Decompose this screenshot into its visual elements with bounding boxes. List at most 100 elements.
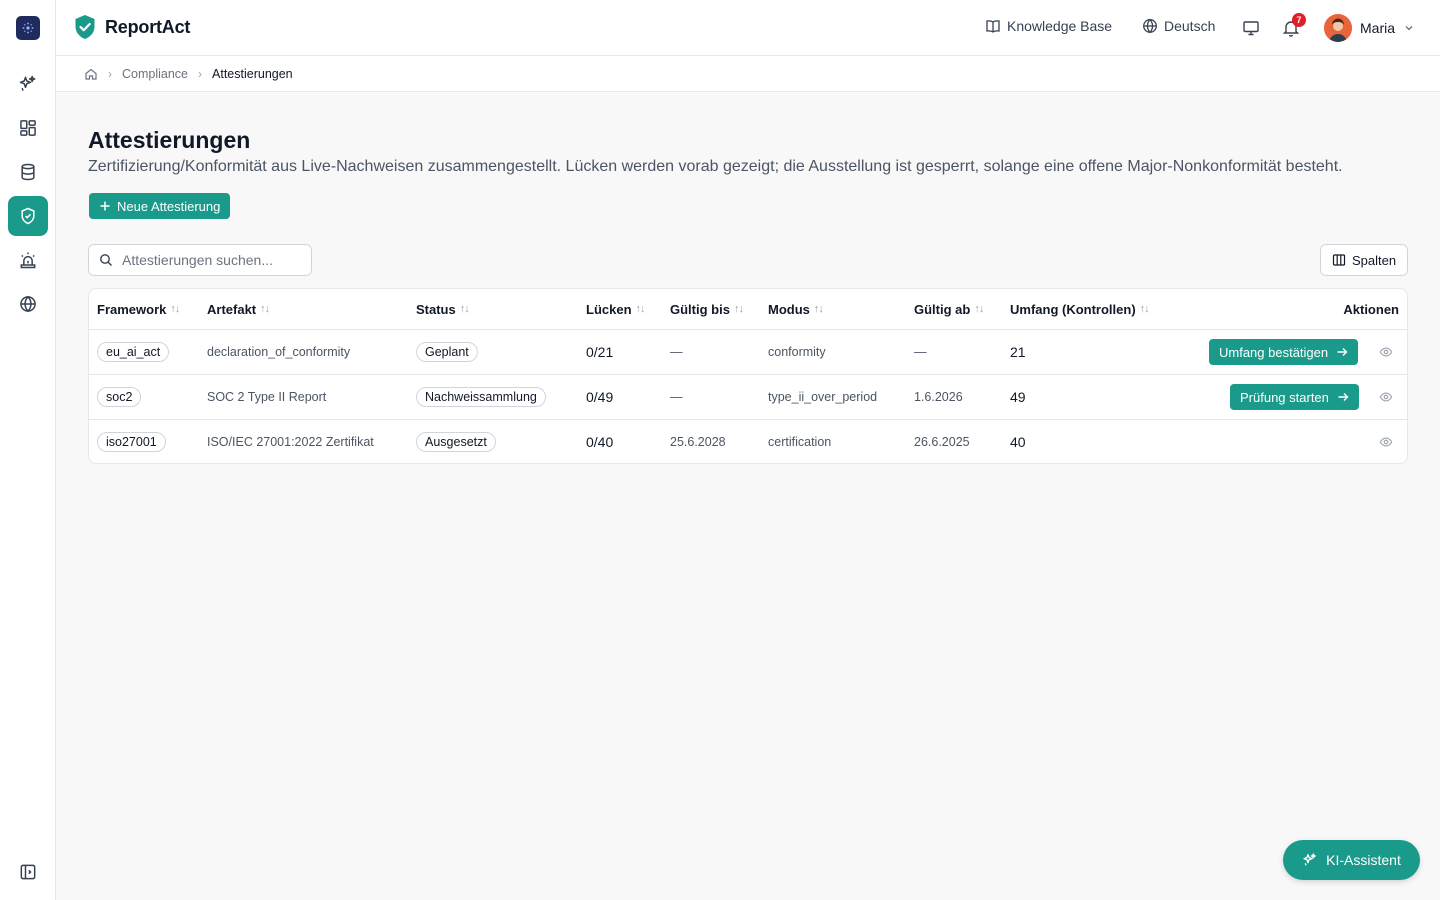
globe-icon	[1143, 18, 1157, 34]
database-icon	[21, 163, 35, 181]
arrow-right-icon	[1338, 393, 1349, 401]
table-header-row: Framework ↑↓ Artefakt ↑↓ Status ↑↓ Lücken ↑↓…	[89, 289, 1407, 330]
artefakt-cell: ISO/IEC 27001:2022 Zertifikat	[207, 434, 374, 449]
framework-chip: soc2	[97, 387, 142, 407]
framework-chip: iso27001	[97, 431, 166, 452]
modus-cell: certification	[768, 434, 832, 449]
globe-icon	[20, 295, 36, 313]
ai-assistant-button[interactable]: KI-Assistent	[1283, 840, 1420, 880]
attestations-table: Framework ↑↓ Artefakt ↑↓ Status ↑↓ Lücken ↑↓…	[88, 288, 1408, 464]
user-menu[interactable]: Maria	[1324, 14, 1415, 42]
columns-label: Spalten	[1351, 252, 1397, 268]
gueltig-bis-cell: —	[670, 345, 683, 359]
umfang-cell: 40	[1010, 433, 1026, 450]
gueltig-ab-cell: 1.6.2026	[914, 390, 963, 404]
search-input[interactable]	[122, 252, 302, 268]
table-row[interactable]: iso27001 ISO/IEC 27001:2022 Zertifikat A…	[89, 420, 1407, 463]
col-header-luecken[interactable]: Lücken ↑↓	[586, 289, 646, 329]
reportact-shield-logo-icon	[75, 15, 95, 39]
sort-icon: ↑↓	[813, 303, 824, 315]
chevron-down-icon	[1405, 26, 1413, 31]
col-header-modus[interactable]: Modus ↑↓	[768, 289, 824, 329]
umfang-cell: 49	[1010, 389, 1026, 405]
chevron-right-icon: ›	[198, 66, 203, 81]
search-icon	[100, 254, 112, 266]
sort-icon: ↑↓	[1139, 303, 1150, 315]
sort-icon: ↑↓	[733, 303, 744, 315]
top-bar: ReportAct Knowledge Base Deutsch 7 Maria	[56, 0, 1440, 56]
brand[interactable]: ReportAct	[74, 14, 190, 40]
shield-check-icon	[21, 207, 35, 225]
ai-assistant-label: KI-Assistent	[1326, 852, 1401, 868]
breadcrumb-compliance[interactable]: Compliance	[122, 67, 188, 81]
home-icon[interactable]	[84, 67, 98, 81]
user-name: Maria	[1360, 20, 1396, 36]
breadcrumb: › Compliance › Attestierungen	[56, 56, 1440, 92]
col-header-framework[interactable]: Framework ↑↓	[97, 289, 180, 329]
book-icon	[986, 20, 1000, 33]
eye-icon[interactable]	[1379, 345, 1393, 359]
framework-chip: eu_ai_act	[97, 342, 170, 362]
rail-sparkles-button[interactable]	[8, 64, 48, 104]
col-header-gueltig-bis[interactable]: Gültig bis ↑↓	[670, 289, 744, 329]
columns-button[interactable]: Spalten	[1320, 244, 1408, 276]
left-rail	[0, 0, 56, 900]
table-row[interactable]: eu_ai_act declaration_of_conformity Gepl…	[89, 330, 1407, 375]
col-header-status[interactable]: Status ↑↓	[416, 289, 470, 329]
avatar	[1324, 14, 1352, 42]
new-attestation-button[interactable]: Neue Attestierung	[89, 193, 231, 219]
gueltig-bis-cell: 25.6.2028	[670, 434, 726, 449]
app-logo-icon[interactable]	[16, 16, 40, 40]
sort-icon: ↑↓	[974, 303, 984, 315]
plus-icon	[100, 201, 110, 211]
sidebar-toggle-icon	[20, 864, 36, 880]
col-header-umfang[interactable]: Umfang (Kontrollen) ↑↓	[1010, 289, 1150, 329]
rail-compliance-button[interactable]	[8, 196, 48, 236]
new-attestation-label: Neue Attestierung	[117, 198, 221, 214]
modus-cell: type_ii_over_period	[768, 390, 878, 404]
modus-cell: conformity	[768, 345, 826, 359]
rail-incidents-button[interactable]	[8, 240, 48, 280]
language-switcher[interactable]: Deutsch	[1142, 18, 1215, 34]
arrow-right-icon	[1337, 348, 1348, 356]
table-row[interactable]: soc2 SOC 2 Type II Report Nachweissammlu…	[89, 375, 1407, 420]
collapse-sidebar-button[interactable]	[8, 852, 48, 892]
eye-icon[interactable]	[1379, 435, 1393, 449]
sort-icon: ↑↓	[260, 303, 270, 315]
siren-icon	[20, 252, 36, 269]
gueltig-bis-cell: —	[670, 390, 683, 404]
knowledge-base-label: Knowledge Base	[1007, 18, 1113, 34]
col-header-gueltig-ab[interactable]: Gültig ab ↑↓	[914, 289, 984, 329]
rail-globe-button[interactable]	[8, 284, 48, 324]
start-audit-button[interactable]: Prüfung starten	[1230, 384, 1359, 410]
display-button[interactable]	[1241, 18, 1261, 38]
sort-icon: ↑↓	[459, 303, 470, 315]
rail-dashboard-button[interactable]	[8, 108, 48, 148]
chevron-right-icon: ›	[108, 66, 112, 81]
columns-icon	[1332, 254, 1346, 266]
gueltig-ab-cell: —	[914, 345, 927, 359]
status-badge: Geplant	[416, 342, 478, 362]
rail-database-button[interactable]	[8, 152, 48, 192]
sort-icon: ↑↓	[635, 303, 646, 315]
eye-icon[interactable]	[1379, 390, 1393, 404]
knowledge-base-link[interactable]: Knowledge Base	[985, 18, 1112, 34]
monitor-icon	[1243, 21, 1259, 36]
app-name: ReportAct	[105, 16, 191, 37]
col-header-artefakt[interactable]: Artefakt ↑↓	[207, 289, 270, 329]
luecken-cell: 0/40	[586, 433, 614, 450]
notifications-button[interactable]: 7	[1281, 13, 1306, 38]
artefakt-cell: declaration_of_conformity	[207, 345, 351, 359]
breadcrumb-current: Attestierungen	[212, 66, 293, 81]
page-description: Zertifizierung/Konformität aus Live-Nach…	[88, 158, 1343, 175]
col-header-aktionen: Aktionen	[1343, 301, 1399, 317]
language-label: Deutsch	[1164, 18, 1216, 34]
sparkles-icon	[19, 75, 36, 91]
status-badge: Ausgesetzt	[416, 431, 496, 452]
page-title: Attestierungen	[88, 127, 251, 153]
artefakt-cell: SOC 2 Type II Report	[207, 390, 327, 404]
search-box	[88, 244, 312, 276]
dashboard-icon	[20, 120, 36, 136]
confirm-scope-button[interactable]: Umfang bestätigen	[1209, 339, 1359, 365]
luecken-cell: 0/21	[586, 344, 614, 360]
